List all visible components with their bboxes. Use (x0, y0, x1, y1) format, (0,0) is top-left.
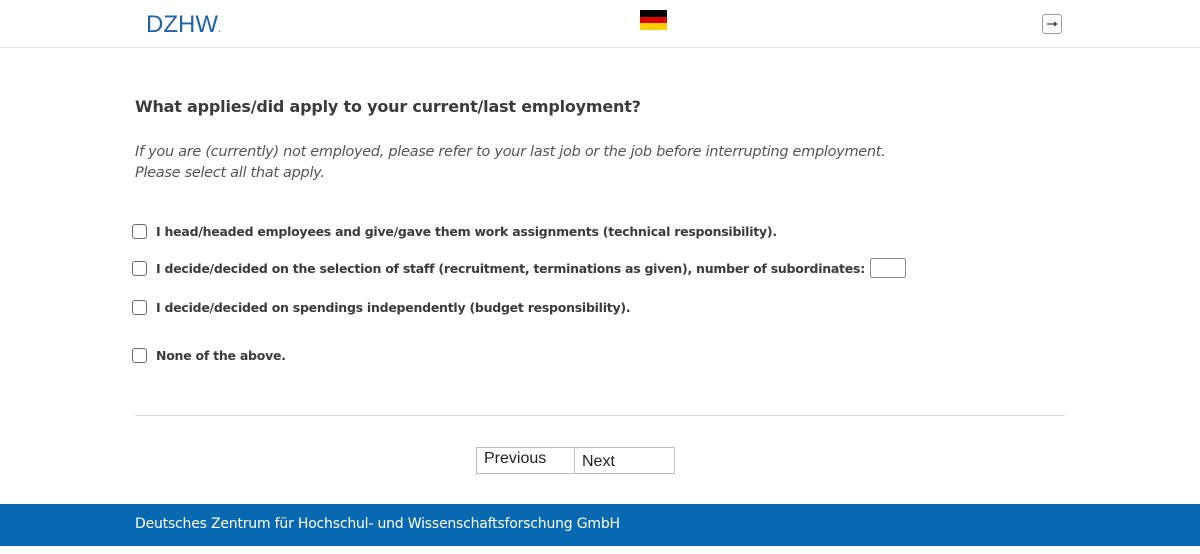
option-label: I decide/decided on spendings independen… (156, 299, 631, 315)
logout-button[interactable] (1042, 14, 1062, 34)
question-title: What applies/did apply to your current/l… (135, 97, 641, 116)
option-technical-responsibility[interactable]: I head/headed employees and give/gave th… (132, 222, 777, 240)
instruction-line-2: Please select all that apply. (135, 165, 325, 181)
question-instruction: If you are (currently) not employed, ple… (135, 142, 886, 184)
germany-flag-icon[interactable] (640, 10, 667, 30)
option-staff-selection[interactable]: I decide/decided on the selection of sta… (132, 258, 906, 278)
checkbox-none-of-the-above[interactable] (132, 347, 147, 363)
option-budget-responsibility[interactable]: I decide/decided on spendings independen… (132, 298, 631, 316)
navigation-buttons: Previous Next (476, 447, 675, 474)
next-button[interactable]: Next (575, 447, 675, 474)
divider (135, 415, 1065, 416)
checkbox-budget-responsibility[interactable] (132, 299, 147, 315)
footer-text: Deutsches Zentrum für Hochschul- und Wis… (135, 516, 620, 532)
checkbox-technical-responsibility[interactable] (132, 223, 147, 239)
flag-stripe-gold (640, 23, 667, 30)
flag-stripe-black (640, 10, 667, 17)
option-none-of-the-above[interactable]: None of the above. (132, 346, 286, 364)
option-label: I head/headed employees and give/gave th… (156, 223, 777, 239)
checkbox-staff-selection[interactable] (132, 260, 147, 276)
instruction-line-1: If you are (currently) not employed, ple… (135, 144, 886, 160)
option-label: I decide/decided on the selection of sta… (156, 260, 865, 276)
logo-dot: . (217, 24, 221, 35)
previous-button[interactable]: Previous (476, 447, 575, 474)
option-label: None of the above. (156, 347, 286, 363)
footer-bar: Deutsches Zentrum für Hochschul- und Wis… (0, 504, 1200, 546)
dzhw-logo[interactable]: DZHW. (146, 12, 221, 43)
exit-icon (1047, 21, 1058, 27)
logo-text: DZHW (146, 11, 218, 38)
subordinates-number-input[interactable] (869, 258, 906, 278)
header-bar: DZHW. (0, 0, 1200, 48)
flag-stripe-red (640, 16, 667, 24)
